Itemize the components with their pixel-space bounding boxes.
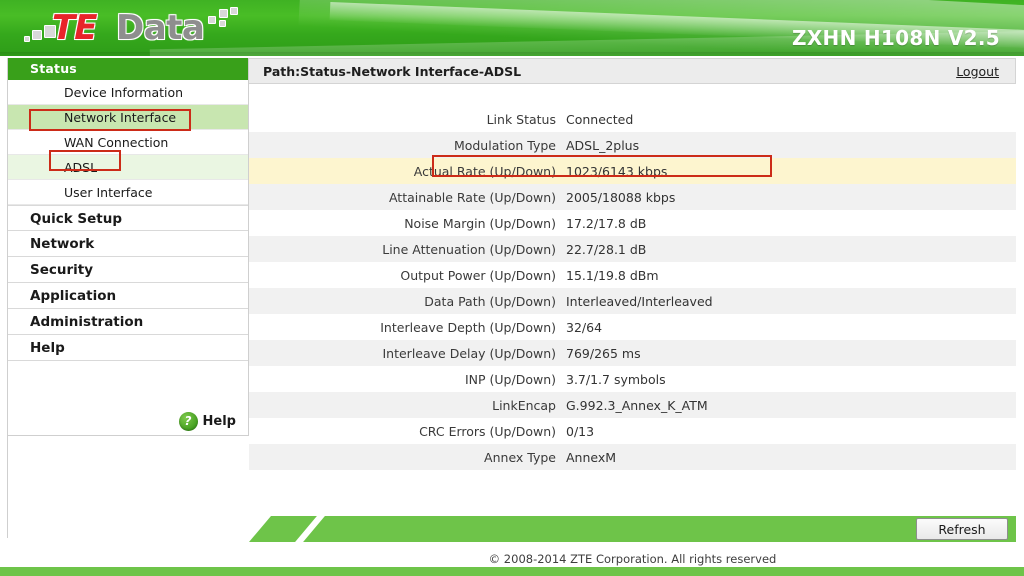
table-row-label: Annex Type	[484, 449, 556, 465]
table-row-label: Noise Margin (Up/Down)	[404, 215, 556, 231]
adsl-status-table: Link Status Connected Modulation Type ADSL_…	[249, 106, 1016, 470]
table-row-value: AnnexM	[566, 449, 617, 465]
breadcrumb: Path:Status-Network Interface-ADSL	[263, 63, 522, 79]
copyright-text: © 2008-2014 ZTE Corporation. All rights …	[488, 552, 777, 566]
sidebar-item-help[interactable]: Help	[8, 335, 248, 361]
sidebar-spacer	[8, 361, 248, 407]
sidebar-item-user-interface[interactable]: User Interface	[8, 180, 248, 205]
sidebar-item-adsl[interactable]: ADSL	[8, 155, 248, 180]
question-mark-circle-icon: ?	[178, 411, 198, 431]
table-row: LinkEncap G.992.3_Annex_K_ATM	[249, 392, 1016, 418]
table-row-value: 2005/18088 kbps	[566, 189, 676, 205]
main-content: Path:Status-Network Interface-ADSL Logou…	[249, 58, 1016, 470]
table-row-label: Interleave Depth (Up/Down)	[380, 319, 556, 335]
footer-green-band	[249, 516, 1016, 542]
table-row: CRC Errors (Up/Down) 0/13	[249, 418, 1016, 444]
table-row-value: 32/64	[566, 319, 603, 335]
table-row: Actual Rate (Up/Down) 1023/6143 kbps	[249, 158, 1016, 184]
table-row-value: ADSL_2plus	[566, 137, 640, 153]
logo-data-text: Data	[116, 8, 205, 48]
table-row-label: Actual Rate (Up/Down)	[413, 163, 556, 179]
table-row-value: G.992.3_Annex_K_ATM	[566, 397, 708, 413]
table-row-label: Interleave Delay (Up/Down)	[382, 345, 556, 361]
page-bottom-bar	[0, 567, 1024, 576]
table-row: INP (Up/Down) 3.7/1.7 symbols	[249, 366, 1016, 392]
table-row: Output Power (Up/Down) 15.1/19.8 dBm	[249, 262, 1016, 288]
sidebar-item-application[interactable]: Application	[8, 283, 248, 309]
table-row-label: Output Power (Up/Down)	[400, 267, 556, 283]
table-row: Noise Margin (Up/Down) 17.2/17.8 dB	[249, 210, 1016, 236]
sidebar-section-status[interactable]: Status	[8, 58, 248, 80]
footer-action-bar: Refresh	[249, 513, 1016, 544]
table-row-label: Line Attenuation (Up/Down)	[382, 241, 556, 257]
table-row: Line Attenuation (Up/Down) 22.7/28.1 dB	[249, 236, 1016, 262]
sidebar-item-security[interactable]: Security	[8, 257, 248, 283]
sidebar-item-network-interface[interactable]: Network Interface	[8, 105, 248, 130]
table-row-value: 22.7/28.1 dB	[566, 241, 647, 257]
logo-squares-icon	[206, 7, 238, 29]
table-row: Data Path (Up/Down) Interleaved/Interleav…	[249, 288, 1016, 314]
table-row-value: Interleaved/Interleaved	[566, 293, 713, 309]
table-row-value: 3.7/1.7 symbols	[566, 371, 666, 387]
header-shadow	[0, 52, 1024, 56]
sidebar-item-network[interactable]: Network	[8, 231, 248, 257]
table-row: Interleave Delay (Up/Down) 769/265 ms	[249, 340, 1016, 366]
table-row-value: 17.2/17.8 dB	[566, 215, 647, 231]
page-header: TE Data ZXHN H108N V2.5	[0, 0, 1024, 56]
logo-te-text: TE	[52, 8, 97, 48]
breadcrumb-bar: Path:Status-Network Interface-ADSL Logou…	[249, 58, 1016, 84]
table-row-label: Link Status	[486, 111, 556, 127]
table-row-label: Data Path (Up/Down)	[424, 293, 556, 309]
sidebar-item-administration[interactable]: Administration	[8, 309, 248, 335]
table-row: Modulation Type ADSL_2plus	[249, 132, 1016, 158]
table-row: Annex Type AnnexM	[249, 444, 1016, 470]
table-row-label: Attainable Rate (Up/Down)	[388, 189, 556, 205]
sidebar-item-device-information[interactable]: Device Information	[8, 80, 248, 105]
table-row-value: 15.1/19.8 dBm	[566, 267, 659, 283]
logout-link[interactable]: Logout	[956, 64, 999, 79]
table-row: Attainable Rate (Up/Down) 2005/18088 kbps	[249, 184, 1016, 210]
table-row-label: Modulation Type	[453, 137, 556, 153]
table-row-label: LinkEncap	[492, 397, 556, 413]
table-row-value: 1023/6143 kbps	[566, 163, 668, 179]
table-row-value: 0/13	[566, 423, 595, 439]
sidebar-item-quick-setup[interactable]: Quick Setup	[8, 205, 248, 231]
table-row-value: Connected	[566, 111, 634, 127]
router-admin-page: TE Data ZXHN H108N V2.5 Status Device In…	[0, 0, 1024, 576]
sidebar-help-label: Help	[202, 413, 236, 429]
sidebar-item-wan-connection[interactable]: WAN Connection	[8, 130, 248, 155]
table-row-label: INP (Up/Down)	[464, 371, 556, 387]
refresh-button[interactable]: Refresh	[916, 518, 1008, 540]
table-row-value: 769/265 ms	[566, 345, 641, 361]
sidebar-nav: Status Device Information Network Interf…	[7, 58, 249, 436]
device-model-label: ZXHN H108N V2.5	[792, 26, 1000, 50]
table-row: Link Status Connected	[249, 106, 1016, 132]
table-row: Interleave Depth (Up/Down) 32/64	[249, 314, 1016, 340]
sidebar-help-button[interactable]: ? Help	[8, 407, 248, 435]
table-row-label: CRC Errors (Up/Down)	[419, 423, 556, 439]
